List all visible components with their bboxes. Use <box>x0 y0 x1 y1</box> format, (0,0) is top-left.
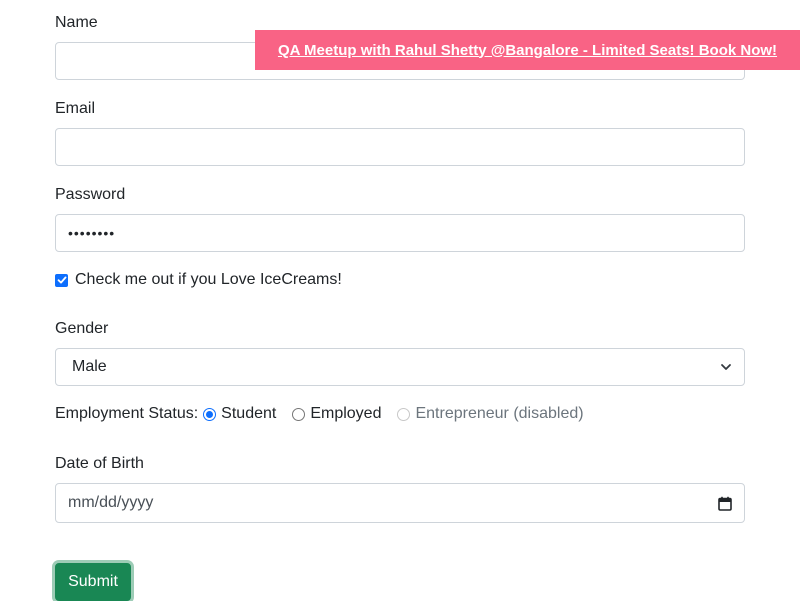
radio-student-label: Student <box>221 405 277 422</box>
radio-entrepreneur <box>397 407 411 421</box>
dob-input[interactable]: mm/dd/yyyy <box>55 483 745 523</box>
icecream-checkbox-row: Check me out if you Love IceCreams! <box>55 271 342 289</box>
name-label: Name <box>55 14 98 31</box>
radio-employed[interactable] <box>292 407 306 421</box>
password-label: Password <box>55 186 126 203</box>
check-icon <box>57 276 66 284</box>
employment-status-group: Employment Status: Student Employed Entr… <box>55 405 600 423</box>
email-input[interactable] <box>55 128 745 166</box>
employment-status-label: Employment Status: <box>55 405 199 422</box>
gender-selected-value: Male <box>72 358 107 375</box>
email-label: Email <box>55 100 96 117</box>
submit-button[interactable]: Submit <box>55 563 131 601</box>
gender-label: Gender <box>55 320 109 337</box>
calendar-icon[interactable] <box>718 496 732 511</box>
radio-employed-label: Employed <box>310 405 382 422</box>
dob-placeholder: mm/dd/yyyy <box>68 494 154 511</box>
icecream-checkbox[interactable] <box>55 273 68 287</box>
dob-label: Date of Birth <box>55 455 144 472</box>
promo-banner-link[interactable]: QA Meetup with Rahul Shetty @Bangalore -… <box>278 42 777 59</box>
promo-banner: QA Meetup with Rahul Shetty @Bangalore -… <box>255 30 800 70</box>
password-input[interactable]: •••••••• <box>55 214 745 252</box>
radio-entrepreneur-label: Entrepreneur (disabled) <box>415 405 584 422</box>
icecream-checkbox-label: Check me out if you Love IceCreams! <box>75 271 342 288</box>
gender-select[interactable]: Male <box>55 348 745 386</box>
chevron-down-icon <box>721 364 731 370</box>
radio-student[interactable] <box>203 407 217 421</box>
